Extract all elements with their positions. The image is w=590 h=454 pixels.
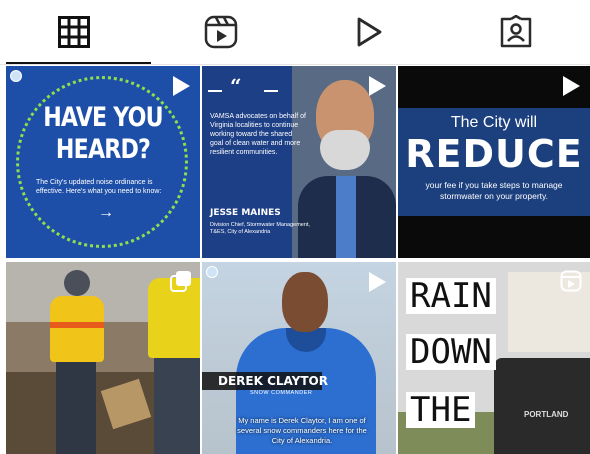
tab-tagged[interactable] xyxy=(443,0,590,64)
speaker-name: JESSE MAINES xyxy=(210,208,281,218)
reel-play-icon xyxy=(560,74,582,103)
speaker-title: SNOW COMMANDER xyxy=(250,390,313,396)
speaker-name: DEREK CLAYTOR xyxy=(218,374,328,388)
worker-legs xyxy=(56,362,96,454)
post-tile-road-workers[interactable] xyxy=(6,262,200,454)
video-caption: My name is Derek Claytor, I am one of se… xyxy=(237,416,367,445)
vest-reflective-stripe xyxy=(50,322,104,328)
quote-mark-icon: “ xyxy=(230,74,242,98)
worker-legs xyxy=(154,358,200,454)
post-body-text: The City's updated noise ordinance is ef… xyxy=(36,179,162,195)
quote-rule-right xyxy=(264,90,278,92)
post-headline-line2: HEARD? xyxy=(55,134,151,165)
profile-tabs xyxy=(0,0,590,64)
post-headline-line2: REDUCE xyxy=(405,132,583,176)
caption-word: THE xyxy=(406,392,476,428)
tagged-person-icon xyxy=(499,15,533,49)
city-seal-icon xyxy=(206,266,218,278)
carousel-icon xyxy=(170,270,192,297)
caption-word: DOWN xyxy=(406,334,496,370)
speaker-head xyxy=(282,272,328,332)
tab-videos[interactable] xyxy=(295,0,443,64)
posts-grid: HAVE YOU HEARD? The City's updated noise… xyxy=(6,66,590,454)
play-icon xyxy=(354,16,384,48)
post-body-text: your fee if you take steps to manage sto… xyxy=(425,180,563,201)
bin-brand-label: PORTLAND xyxy=(524,410,569,419)
quote-rule-left xyxy=(208,90,222,92)
speaker-role: Division Chief, Stormwater Management, T… xyxy=(210,222,310,235)
reel-play-icon xyxy=(366,270,388,299)
tab-reels[interactable] xyxy=(148,0,296,64)
grid-icon xyxy=(57,16,90,48)
post-headline-line1: The City will xyxy=(450,114,538,131)
portrait-shirt xyxy=(336,176,356,258)
tabs-divider xyxy=(0,64,590,65)
post-tile-reduce-fee[interactable]: The City will REDUCE your fee if you tak… xyxy=(398,66,590,258)
caption-word: RAIN xyxy=(406,278,496,314)
city-seal-icon xyxy=(10,70,22,82)
post-tile-snow-commander[interactable]: DEREK CLAYTOR SNOW COMMANDER My name is … xyxy=(202,262,396,454)
tab-posts[interactable] xyxy=(0,0,148,64)
post-tile-noise-ordinance[interactable]: HAVE YOU HEARD? The City's updated noise… xyxy=(6,66,200,258)
trash-bin xyxy=(494,358,590,454)
portrait-beard xyxy=(320,130,370,170)
right-arrow-icon: → xyxy=(98,204,114,221)
worker-head xyxy=(64,270,90,296)
post-tile-rain-down[interactable]: PORTLAND RAIN DOWN THE xyxy=(398,262,590,454)
post-headline-line1: HAVE YOU xyxy=(43,102,163,133)
worker-safety-vest xyxy=(50,296,104,362)
post-tile-vamsa-quote[interactable]: “ VAMSA advocates on behalf of Virginia … xyxy=(202,66,396,258)
reels-icon xyxy=(560,270,582,297)
post-quote-text: VAMSA advocates on behalf of Virginia lo… xyxy=(210,113,306,156)
reel-play-icon xyxy=(366,74,388,103)
reel-play-icon xyxy=(170,74,192,103)
reels-icon xyxy=(204,15,238,49)
